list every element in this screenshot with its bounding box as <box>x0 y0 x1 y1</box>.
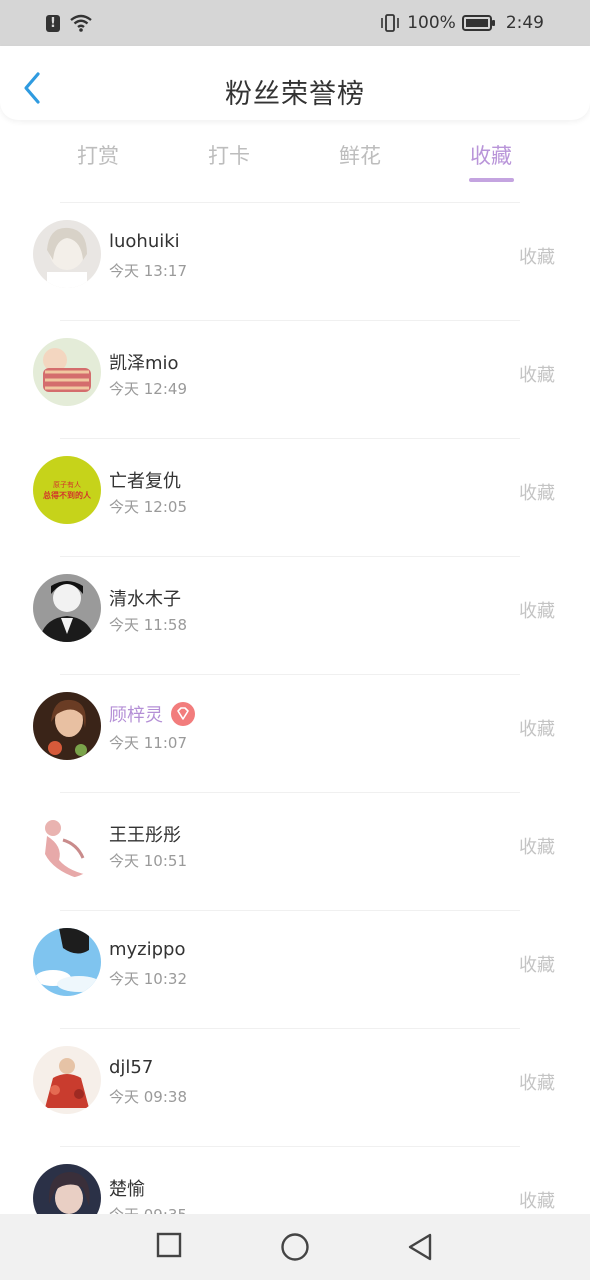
avatar <box>33 574 101 642</box>
tab-bar: 打赏 打卡 鲜花 收藏 <box>0 132 590 192</box>
vip-diamond-icon <box>171 702 195 726</box>
tab-checkin[interactable]: 打卡 <box>189 140 269 170</box>
square-recent-icon[interactable] <box>156 1232 182 1258</box>
timestamp: 今天 12:05 <box>109 498 187 516</box>
favorite-action[interactable]: 收藏 <box>519 361 555 387</box>
avatar <box>33 810 101 878</box>
user-name: 顾梓灵 <box>109 705 163 726</box>
user-name: 楚愉 <box>109 1179 145 1200</box>
battery-percent: 100% <box>407 13 456 33</box>
user-name: 清水木子 <box>109 589 181 610</box>
favorite-action[interactable]: 收藏 <box>519 597 555 623</box>
avatar <box>33 338 101 406</box>
list-item[interactable]: 顾梓灵 今天 11:07 收藏 <box>0 674 590 792</box>
page-title: 粉丝荣誉榜 <box>225 79 365 110</box>
avatar <box>33 928 101 996</box>
favorite-action[interactable]: 收藏 <box>519 951 555 977</box>
vibrate-icon <box>381 14 400 32</box>
list-item[interactable]: djl57 今天 09:38 收藏 <box>0 1028 590 1146</box>
avatar <box>33 1046 101 1114</box>
favorite-action[interactable]: 收藏 <box>519 715 555 741</box>
user-name: luohuiki <box>109 231 180 252</box>
favorite-action[interactable]: 收藏 <box>519 243 555 269</box>
user-name: djl57 <box>109 1057 154 1078</box>
user-name: 凯泽mio <box>109 353 179 374</box>
favorite-action[interactable]: 收藏 <box>519 833 555 859</box>
timestamp: 今天 10:51 <box>109 852 187 870</box>
list-item[interactable]: 凯泽mio 今天 12:49 收藏 <box>0 320 590 438</box>
circle-home-icon[interactable] <box>280 1232 310 1262</box>
header: 粉丝荣誉榜 <box>0 46 590 120</box>
avatar <box>33 220 101 288</box>
user-name: 亡者复仇 <box>109 471 181 492</box>
timestamp: 今天 13:17 <box>109 262 187 280</box>
list-item[interactable]: myzippo 今天 10:32 收藏 <box>0 910 590 1028</box>
avatar <box>33 692 101 760</box>
timestamp: 今天 11:07 <box>109 734 187 752</box>
user-name: 王王彤彤 <box>109 825 181 846</box>
user-name: myzippo <box>109 939 186 960</box>
timestamp: 今天 10:32 <box>109 970 187 988</box>
list-item[interactable]: 王王彤彤 今天 10:51 收藏 <box>0 792 590 910</box>
status-bar: ! 100% 2:49 <box>0 0 590 46</box>
favorite-action[interactable]: 收藏 <box>519 1187 555 1213</box>
triangle-back-icon[interactable] <box>406 1232 434 1262</box>
avatar: 原子有人 总得不到的人 <box>33 456 101 524</box>
list-item[interactable]: 清水木子 今天 11:58 收藏 <box>0 556 590 674</box>
list-item[interactable]: 原子有人 总得不到的人 亡者复仇 今天 12:05 收藏 <box>0 438 590 556</box>
status-time: 2:49 <box>505 13 544 33</box>
timestamp: 今天 11:58 <box>109 616 187 634</box>
list-item[interactable]: luohuiki 今天 13:17 收藏 <box>0 202 590 320</box>
system-nav-bar <box>0 1214 590 1280</box>
battery-icon <box>461 15 495 31</box>
wifi-icon <box>70 14 92 32</box>
timestamp: 今天 12:49 <box>109 380 187 398</box>
timestamp: 今天 09:38 <box>109 1088 187 1106</box>
tab-favorites[interactable]: 收藏 <box>451 140 531 170</box>
tab-flowers[interactable]: 鲜花 <box>320 140 400 170</box>
alert-icon: ! <box>46 14 60 32</box>
tab-reward[interactable]: 打赏 <box>58 140 138 170</box>
favorite-action[interactable]: 收藏 <box>519 479 555 505</box>
favorite-action[interactable]: 收藏 <box>519 1069 555 1095</box>
active-tab-indicator <box>469 178 514 182</box>
